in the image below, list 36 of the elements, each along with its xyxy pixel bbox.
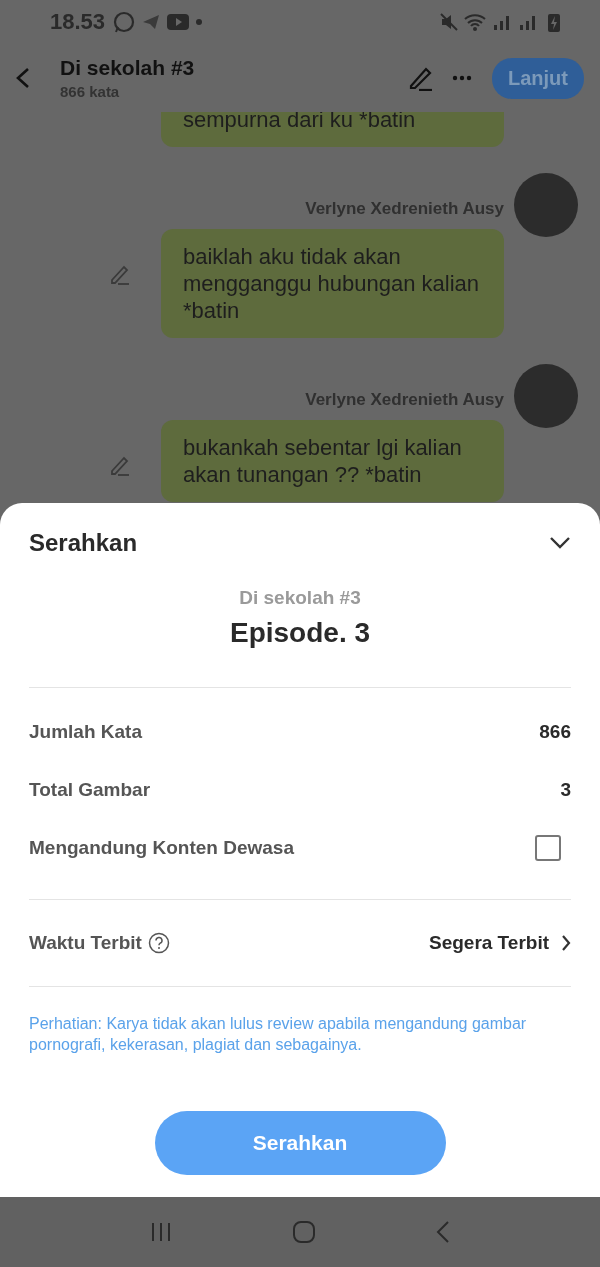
story-title: Di sekolah #3 bbox=[60, 56, 195, 80]
sheet-title: Serahkan bbox=[29, 529, 138, 557]
home-icon[interactable] bbox=[292, 1220, 316, 1244]
mute-icon bbox=[440, 13, 458, 31]
author-name: Verlyne Xedrenieth Ausy bbox=[305, 199, 504, 219]
help-icon[interactable] bbox=[147, 932, 170, 954]
pencil-icon[interactable] bbox=[109, 454, 131, 476]
publish-time-label: Waktu Terbit bbox=[29, 932, 142, 954]
stat-label: Total Gambar bbox=[29, 779, 151, 801]
dot-icon bbox=[195, 18, 204, 26]
checkbox[interactable] bbox=[535, 835, 561, 861]
stat-value: 3 bbox=[560, 779, 571, 801]
publish-time-value[interactable]: Segera Terbit bbox=[428, 932, 549, 954]
battery-icon bbox=[548, 12, 560, 32]
pencil-icon[interactable] bbox=[408, 65, 434, 91]
more-icon[interactable] bbox=[452, 75, 472, 81]
episode-title: Episode. 3 bbox=[229, 617, 370, 649]
status-time: 18.53 bbox=[50, 9, 106, 35]
message-bubble: baiklah aku tidak akan mengganggu hubungan kalian *batin bbox=[161, 229, 504, 338]
author-name: Verlyne Xedrenieth Ausy bbox=[305, 390, 504, 410]
next-button[interactable]: Lanjut bbox=[492, 57, 584, 99]
stat-label: Jumlah Kata bbox=[29, 721, 142, 743]
pencil-icon[interactable] bbox=[109, 263, 131, 285]
chevron-down-icon[interactable] bbox=[549, 536, 571, 550]
chevron-right-icon[interactable] bbox=[561, 934, 571, 952]
play-icon bbox=[167, 13, 190, 31]
series-title: Di sekolah #3 bbox=[239, 587, 361, 609]
back-icon[interactable] bbox=[436, 1220, 450, 1244]
stat-value: 866 bbox=[539, 721, 571, 743]
recent-apps-icon[interactable] bbox=[150, 1221, 172, 1243]
chat-app-icon bbox=[113, 11, 136, 33]
notice-text: Perhatian: Karya tidak akan lulus review apabila mengandung gambar pornografi, kekerasan, plagiat dan sebagainya. bbox=[29, 1014, 528, 1055]
submit-button[interactable]: Serahkan bbox=[154, 1111, 446, 1175]
adult-content-label: Mengandung Konten Dewasa bbox=[29, 837, 294, 859]
wifi-icon bbox=[464, 13, 486, 31]
message-bubble: bukankah sebentar lgi kalian akan tunangan ?? *batin bbox=[161, 420, 504, 502]
